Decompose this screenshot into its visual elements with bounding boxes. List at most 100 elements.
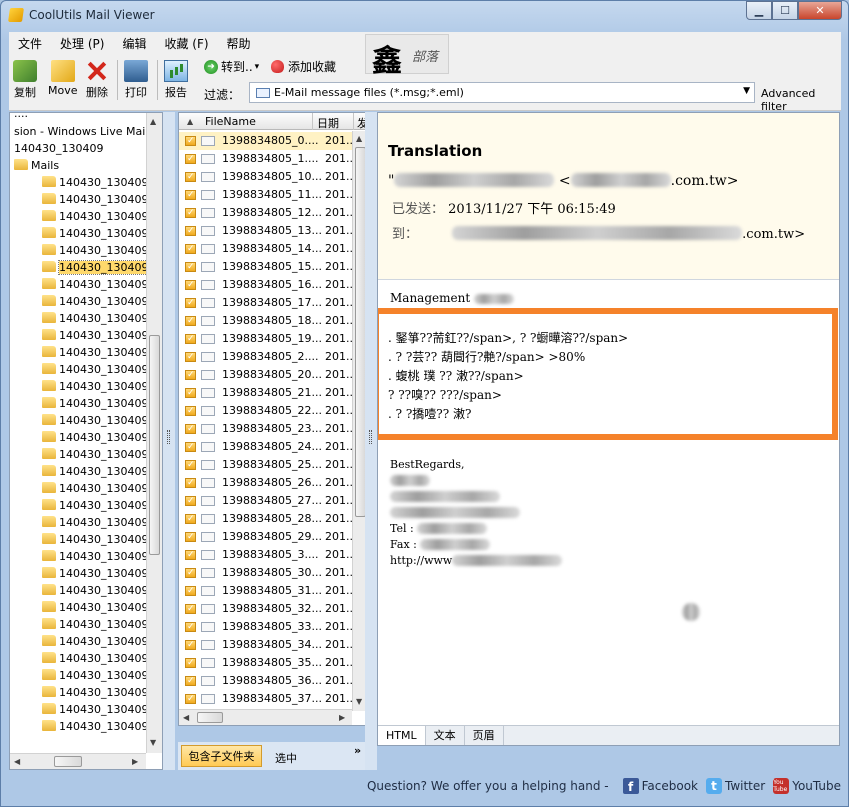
column-filename[interactable]: FileName xyxy=(205,115,256,128)
checkbox[interactable] xyxy=(185,168,196,186)
file-row[interactable]: 1398834805_22...201.. xyxy=(179,402,353,420)
file-row[interactable]: 1398834805_28...201.. xyxy=(179,510,353,528)
checkbox[interactable] xyxy=(185,672,196,690)
pane-splitter[interactable] xyxy=(163,112,175,770)
file-row[interactable]: 1398834805_27...201.. xyxy=(179,492,353,510)
file-row[interactable]: 1398834805_3.... 201.. xyxy=(179,546,353,564)
file-row[interactable]: 1398834805_16...201.. xyxy=(179,276,353,294)
add-favorite-button[interactable]: 添加收藏 xyxy=(271,58,336,75)
tree-item-folder[interactable]: 140430_130409特 xyxy=(42,548,159,565)
tree-item-folder[interactable]: 140430_130409特 xyxy=(42,633,159,650)
file-row[interactable]: 1398834805_1.... 201.. xyxy=(179,150,353,168)
advanced-filter-link[interactable]: Advanced filter xyxy=(761,87,841,113)
file-row[interactable]: 1398834805_15...201.. xyxy=(179,258,353,276)
file-row[interactable]: 1398834805_33...201.. xyxy=(179,618,353,636)
file-row[interactable]: 1398834805_19...201.. xyxy=(179,330,353,348)
tree-item-folder[interactable]: 140430_130409特 xyxy=(42,565,159,582)
youtube-link[interactable]: You Tube YouTube xyxy=(773,778,841,794)
checkbox[interactable] xyxy=(185,330,196,348)
file-row[interactable]: 1398834805_13...201.. xyxy=(179,222,353,240)
tree-item-folder[interactable]: 140430_130409其 xyxy=(42,463,159,480)
scroll-up-icon[interactable]: ▲ xyxy=(150,117,156,126)
tree-item-folder[interactable]: 140430_130409特 xyxy=(42,514,159,531)
file-row[interactable]: 1398834805_32...201.. xyxy=(179,600,353,618)
signature-url[interactable]: http://www xyxy=(390,554,563,567)
report-button[interactable]: 报告 xyxy=(164,60,188,100)
tree-item-folder[interactable]: 140430_130409其 xyxy=(42,446,159,463)
checkbox[interactable] xyxy=(185,258,196,276)
menu-file[interactable]: 文件 xyxy=(9,35,51,52)
tab-text[interactable]: 文本 xyxy=(426,726,465,745)
checkbox[interactable] xyxy=(185,402,196,420)
file-row[interactable]: 1398834805_34...201.. xyxy=(179,636,353,654)
file-row[interactable]: 1398834805_35...201.. xyxy=(179,654,353,672)
scroll-left-icon[interactable]: ◀ xyxy=(14,757,20,766)
tree-item-folder[interactable]: 140430_130409-TS xyxy=(42,293,162,310)
tree-item-folder[interactable]: 140430_130409-TS xyxy=(42,259,162,276)
tree-item-folder[interactable]: 140430_130409特 xyxy=(42,497,159,514)
checkbox[interactable] xyxy=(185,150,196,168)
file-horizontal-scrollbar[interactable]: ◀ ▶ xyxy=(179,709,352,725)
file-row[interactable]: 1398834805_12...201.. xyxy=(179,204,353,222)
file-row[interactable]: 1398834805_10...201.. xyxy=(179,168,353,186)
checkbox[interactable] xyxy=(185,654,196,672)
tree-item-folder[interactable]: 140430_130409-M xyxy=(42,208,162,225)
checkbox[interactable] xyxy=(185,384,196,402)
file-row[interactable]: 1398834805_29...201.. xyxy=(179,528,353,546)
checkbox[interactable] xyxy=(185,582,196,600)
close-button[interactable]: ✕ xyxy=(798,1,842,20)
tree-item-folder[interactable]: 140430_130409特 xyxy=(42,599,159,616)
copy-button[interactable]: 复制 xyxy=(13,60,37,100)
tree-item-folder[interactable]: 140430_130409特 xyxy=(42,480,159,497)
checkbox[interactable] xyxy=(185,600,196,618)
file-row[interactable]: 1398834805_11...201.. xyxy=(179,186,353,204)
tree-item-folder[interactable]: 140430_130409收 xyxy=(42,412,159,429)
checkbox[interactable] xyxy=(185,420,196,438)
file-row[interactable]: 1398834805_23...201.. xyxy=(179,420,353,438)
tree-item-folder[interactable]: 140430_130409行 xyxy=(42,429,159,446)
tree-scroll-thumb[interactable] xyxy=(149,335,160,555)
tree-item-folder[interactable]: 140430_130409-TS xyxy=(42,310,162,327)
checkbox[interactable] xyxy=(185,366,196,384)
tree-item-folder[interactable]: 140430_130409-TS xyxy=(42,344,162,361)
file-row[interactable]: 1398834805_17...201.. xyxy=(179,294,353,312)
scroll-up-icon[interactable]: ▲ xyxy=(356,134,362,143)
checkbox[interactable] xyxy=(185,618,196,636)
tab-html[interactable]: HTML xyxy=(378,726,426,745)
file-row[interactable]: 1398834805_18...201.. xyxy=(179,312,353,330)
file-row[interactable]: 1398834805_37...201.. xyxy=(179,690,353,708)
tree-item-root[interactable]: 140430_130409 xyxy=(14,140,103,157)
tab-headers[interactable]: 页眉 xyxy=(465,726,504,745)
tree-item-folder[interactable]: 140430_130409-TS xyxy=(42,242,162,259)
tree-item-folder[interactable]: 140430_130409-S( xyxy=(42,225,162,242)
file-row[interactable]: 1398834805_31...201.. xyxy=(179,582,353,600)
checkbox[interactable] xyxy=(185,312,196,330)
menu-favorites[interactable]: 收藏 (F) xyxy=(155,35,217,52)
tree-item-folder[interactable]: 140430_130409-TS xyxy=(42,276,162,293)
file-row[interactable]: 1398834805_21...201.. xyxy=(179,384,353,402)
scroll-down-icon[interactable]: ▼ xyxy=(356,697,362,706)
file-hscroll-thumb[interactable] xyxy=(197,712,223,723)
checkbox[interactable] xyxy=(185,564,196,582)
file-row[interactable]: 1398834805_0.... 201.. xyxy=(179,132,353,150)
file-row[interactable]: 1398834805_24...201.. xyxy=(179,438,353,456)
checkbox[interactable] xyxy=(185,546,196,564)
checkbox[interactable] xyxy=(185,276,196,294)
scroll-left-icon[interactable]: ◀ xyxy=(183,713,189,722)
checkbox[interactable] xyxy=(185,222,196,240)
tree-item-mails[interactable]: Mails xyxy=(14,157,59,174)
scroll-down-icon[interactable]: ▼ xyxy=(150,738,156,747)
checkbox[interactable] xyxy=(185,132,196,150)
file-row[interactable]: 1398834805_20...201.. xyxy=(179,366,353,384)
goto-button[interactable]: ➜ 转到.. ▾ xyxy=(204,58,259,75)
checkbox[interactable] xyxy=(185,186,196,204)
menu-edit[interactable]: 编辑 xyxy=(113,35,155,52)
include-subfolders-button[interactable]: 包含子文件夹 xyxy=(181,745,262,767)
menu-help[interactable]: 帮助 xyxy=(218,35,260,52)
tree-item-folder[interactable]: 140430_130409-M xyxy=(42,191,162,208)
checkbox[interactable] xyxy=(185,294,196,312)
checkbox[interactable] xyxy=(185,456,196,474)
checkbox[interactable] xyxy=(185,690,196,708)
delete-button[interactable]: 删除 xyxy=(85,60,109,100)
tree-vertical-scrollbar[interactable]: ▲ ▼ xyxy=(146,113,162,753)
